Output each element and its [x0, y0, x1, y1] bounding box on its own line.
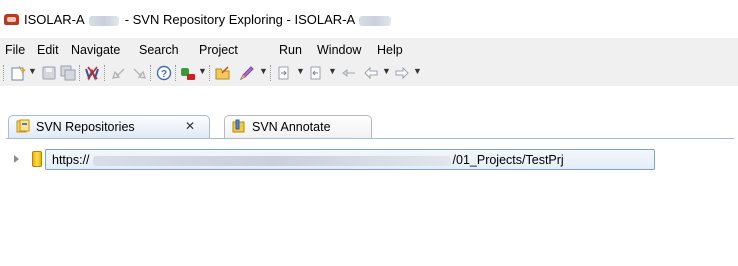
- repository-icon: [32, 151, 42, 167]
- toolbar-separator: [175, 65, 177, 81]
- back-dropdown-arrow-icon[interactable]: ▼: [382, 66, 391, 76]
- title-bar: ISOLAR-A - SVN Repository Exploring - ISO…: [0, 0, 738, 38]
- next-annotation-dropdown-arrow-icon[interactable]: ▼: [296, 66, 305, 76]
- svn-checkout-icon[interactable]: [180, 65, 196, 81]
- forward-icon[interactable]: [394, 65, 410, 81]
- next-annotation-icon[interactable]: [276, 65, 292, 81]
- view-tab-row: SVN Repositories ✕ SVN Annotate: [6, 112, 734, 139]
- menu-edit[interactable]: Edit: [37, 43, 59, 57]
- forward-dropdown-arrow-icon[interactable]: ▼: [413, 66, 422, 76]
- app-icon: [4, 14, 19, 25]
- web-wizard-icon[interactable]: [84, 65, 100, 81]
- menu-window[interactable]: Window: [317, 43, 361, 57]
- help-icon[interactable]: ?: [156, 65, 172, 81]
- close-icon[interactable]: ✕: [185, 119, 195, 133]
- redacted-region: [92, 155, 451, 166]
- toolbar-separator: [3, 65, 5, 81]
- save-all-icon[interactable]: [60, 65, 76, 81]
- repository-url-suffix: /01_Projects/TestPrj: [452, 153, 564, 167]
- pen-icon[interactable]: [239, 65, 255, 81]
- svn-annotate-icon: [232, 119, 245, 133]
- back-history-icon[interactable]: [111, 65, 127, 81]
- window-title-app: ISOLAR-A: [24, 12, 85, 27]
- menu-project[interactable]: Project: [199, 43, 238, 57]
- window-title-middle: - SVN Repository Exploring - ISOLAR-A: [124, 12, 356, 27]
- toolbar-separator: [104, 65, 106, 81]
- open-folder-icon[interactable]: [215, 65, 231, 81]
- toolbar: ▼ ? ▼ ▼ ▼ ▼ ▼ ▼: [0, 60, 738, 87]
- tab-svn-repositories[interactable]: SVN Repositories ✕: [8, 115, 210, 138]
- prev-annotation-icon[interactable]: [308, 65, 324, 81]
- redacted-region: [359, 15, 392, 26]
- toolbar-separator: [79, 65, 81, 81]
- menu-bar: File Edit Navigate Search Project Run Wi…: [0, 38, 738, 60]
- svg-text:?: ?: [161, 69, 167, 80]
- checkout-dropdown-arrow-icon[interactable]: ▼: [198, 66, 207, 76]
- menu-search[interactable]: Search: [139, 43, 179, 57]
- menu-help[interactable]: Help: [377, 43, 403, 57]
- tab-svn-annotate[interactable]: SVN Annotate: [224, 115, 372, 138]
- svn-repositories-icon: [16, 119, 30, 133]
- tab-label: SVN Repositories: [36, 120, 135, 134]
- menu-navigate[interactable]: Navigate: [71, 43, 120, 57]
- repository-url: https:// /01_Projects/TestPrj: [52, 153, 564, 167]
- last-edit-icon[interactable]: [341, 65, 357, 81]
- toolbar-separator: [209, 65, 211, 81]
- save-icon[interactable]: [41, 65, 57, 81]
- repository-url-prefix: https://: [52, 153, 90, 167]
- tree-expander-icon[interactable]: [14, 155, 19, 163]
- new-dropdown-arrow-icon[interactable]: ▼: [28, 66, 37, 76]
- window-title: ISOLAR-A - SVN Repository Exploring - ISO…: [24, 12, 397, 27]
- menu-run[interactable]: Run: [279, 43, 302, 57]
- pen-dropdown-arrow-icon[interactable]: ▼: [259, 66, 268, 76]
- menu-file[interactable]: File: [5, 43, 25, 57]
- new-wizard-icon[interactable]: [10, 65, 26, 81]
- repository-item[interactable]: https:// /01_Projects/TestPrj: [45, 149, 655, 170]
- back-icon[interactable]: [363, 65, 379, 81]
- forward-history-icon[interactable]: [131, 65, 147, 81]
- tab-label: SVN Annotate: [252, 120, 331, 134]
- toolbar-separator: [270, 65, 272, 81]
- toolbar-separator: [150, 65, 152, 81]
- redacted-region: [88, 15, 119, 26]
- prev-annotation-dropdown-arrow-icon[interactable]: ▼: [328, 66, 337, 76]
